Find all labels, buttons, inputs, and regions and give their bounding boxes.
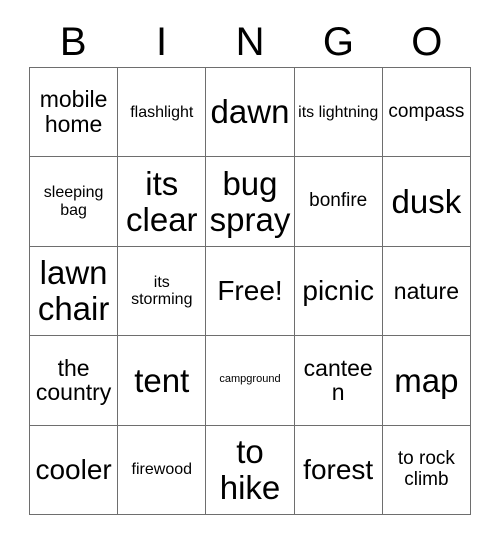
bingo-cell-label: nature: [393, 277, 459, 304]
bingo-cell[interactable]: campground: [206, 336, 295, 426]
bingo-cell[interactable]: its clear: [118, 157, 207, 247]
bingo-cell[interactable]: to rock climb: [382, 425, 471, 515]
bingo-cell[interactable]: cooler: [30, 425, 119, 515]
bingo-cell-label: firewood: [131, 461, 193, 479]
bingo-cell[interactable]: tent: [118, 336, 207, 426]
bingo-cell-label: picnic: [302, 274, 374, 306]
bingo-cell[interactable]: nature: [382, 246, 471, 337]
bingo-cell-label: compass: [388, 100, 465, 122]
bingo-cell[interactable]: bonfire: [294, 157, 383, 247]
bingo-card: B I N G O mobile home flashlight dawn its l…: [0, 0, 500, 544]
bingo-cell-label: its clear: [126, 164, 198, 238]
bingo-cell[interactable]: sleeping bag: [30, 157, 119, 247]
bingo-cell-label: Free!: [217, 274, 283, 306]
bingo-cell-label: sleeping bag: [43, 184, 104, 219]
bingo-cell[interactable]: lawn chair: [30, 246, 119, 337]
bingo-header: B I N G O: [29, 18, 471, 66]
bingo-cell-label: dusk: [391, 182, 462, 220]
bingo-cell-label: its storming: [131, 273, 193, 308]
bingo-cell[interactable]: compass: [382, 68, 471, 158]
bingo-cell[interactable]: dawn: [206, 68, 295, 158]
bingo-cell-label: tent: [134, 361, 190, 399]
bingo-cell[interactable]: its storming: [118, 246, 207, 337]
bingo-cell-label: map: [394, 361, 459, 399]
bingo-cell[interactable]: map: [382, 336, 471, 426]
bingo-cell-label: mobile home: [39, 86, 108, 138]
bingo-cell-label: the country: [35, 354, 112, 406]
bingo-cell-label: campground: [219, 373, 281, 386]
bingo-cell[interactable]: canteen: [294, 336, 383, 426]
bingo-cell[interactable]: picnic: [294, 246, 383, 337]
bingo-cell[interactable]: its lightning: [294, 68, 383, 158]
bingo-cell[interactable]: mobile home: [30, 68, 119, 158]
bingo-cell-label: lawn chair: [37, 254, 110, 327]
header-letter-o: O: [411, 20, 443, 64]
bingo-cell-label: canteen: [303, 354, 373, 406]
header-letter-n: N: [235, 20, 265, 64]
bingo-cell[interactable]: to hike: [206, 425, 295, 515]
bingo-cell-label: bonfire: [309, 190, 368, 212]
bingo-cell-label: flashlight: [130, 103, 194, 121]
header-letter-g: G: [322, 20, 354, 64]
bingo-cell[interactable]: the country: [30, 336, 119, 426]
bingo-grid: mobile home flashlight dawn its lightning co…: [29, 67, 471, 515]
header-letter-b: B: [59, 20, 87, 64]
bingo-cell-label: its lightning: [298, 103, 379, 121]
header-letter-i: I: [156, 20, 168, 64]
bingo-cell[interactable]: flashlight: [118, 68, 207, 158]
bingo-cell-label: dawn: [210, 93, 290, 131]
bingo-cell[interactable]: forest: [294, 425, 383, 515]
bingo-cell-label: forest: [303, 453, 374, 485]
bingo-free-space[interactable]: Free!: [206, 246, 295, 337]
bingo-cell-label: cooler: [35, 453, 112, 485]
bingo-cell[interactable]: firewood: [118, 425, 207, 515]
bingo-cell-label: bug spray: [209, 164, 291, 238]
bingo-cell[interactable]: bug spray: [206, 157, 295, 247]
bingo-cell-label: to rock climb: [397, 448, 455, 490]
bingo-cell-label: to hike: [219, 433, 281, 506]
bingo-cell[interactable]: dusk: [382, 157, 471, 247]
